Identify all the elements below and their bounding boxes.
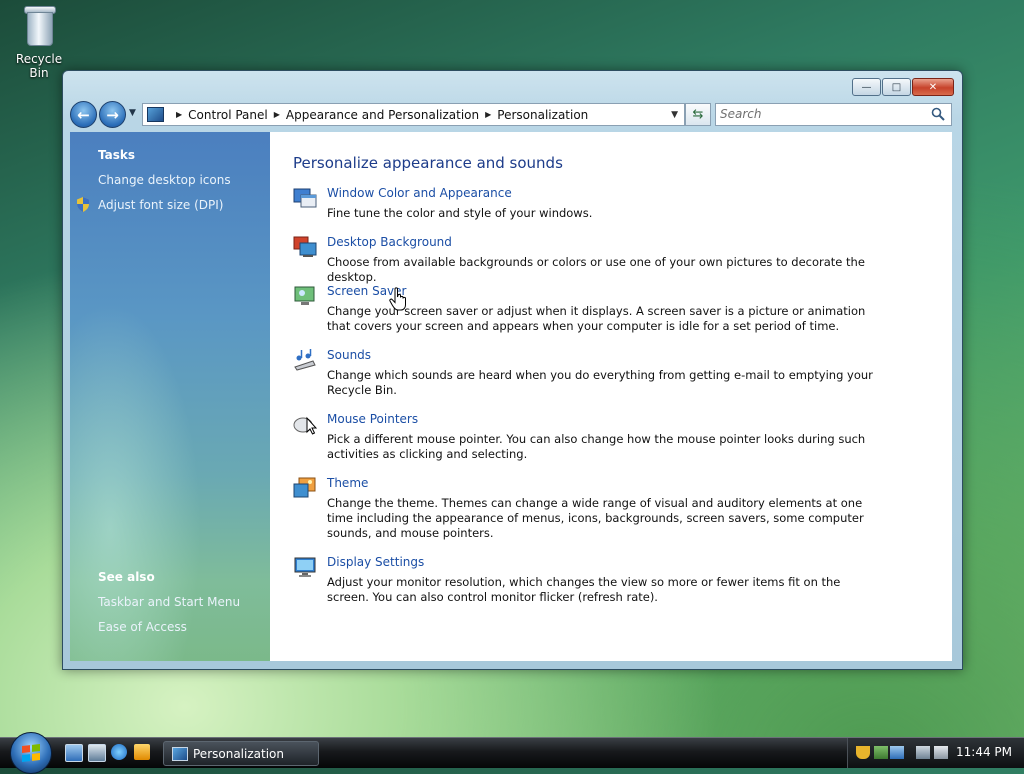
back-button[interactable]: ← bbox=[70, 101, 97, 128]
recent-pages-dropdown[interactable]: ▼ bbox=[129, 108, 136, 118]
item-description: Adjust your monitor resolution, which ch… bbox=[327, 575, 841, 604]
see-also-heading: See also bbox=[98, 570, 155, 584]
windows-update-icon[interactable] bbox=[874, 746, 888, 759]
recycle-bin-desktop-icon[interactable]: Recycle Bin bbox=[6, 2, 72, 80]
screen-saver-icon bbox=[294, 286, 315, 305]
hand-cursor-icon bbox=[389, 287, 406, 311]
navigation-bar: ← → ▼ ▶ Control Panel ▶ Appearance and P… bbox=[70, 100, 954, 128]
tasks-heading: Tasks bbox=[98, 148, 136, 162]
control-panel-icon bbox=[147, 107, 164, 122]
personalization-window: — □ ✕ ← → ▼ ▶ Control Panel ▶ Appearance… bbox=[62, 70, 963, 670]
page-title: Personalize appearance and sounds bbox=[293, 154, 563, 172]
forward-arrow-icon: → bbox=[106, 105, 119, 124]
network-icon[interactable] bbox=[916, 746, 930, 759]
forward-button[interactable]: → bbox=[99, 101, 126, 128]
taskbar-button-personalization[interactable]: Personalization bbox=[163, 741, 319, 766]
back-arrow-icon: ← bbox=[77, 105, 90, 124]
notification-area: 11:44 PM bbox=[847, 738, 1024, 768]
desktop-background-icon bbox=[293, 236, 317, 257]
personalization-icon bbox=[172, 746, 188, 761]
uac-shield-icon bbox=[77, 197, 89, 212]
display-settings-icon bbox=[294, 557, 316, 577]
caption-buttons: — □ ✕ bbox=[852, 78, 954, 96]
refresh-button[interactable]: ⇆ bbox=[685, 103, 711, 126]
display-settings-link[interactable]: Display Settings bbox=[327, 555, 424, 569]
window-color-icon bbox=[293, 188, 317, 208]
media-player-icon[interactable] bbox=[134, 744, 150, 760]
sidebar-icon[interactable] bbox=[890, 746, 904, 759]
theme-link[interactable]: Theme bbox=[327, 476, 368, 490]
mouse-pointers-link[interactable]: Mouse Pointers bbox=[327, 412, 418, 426]
item-description: Change which sounds are heard when you d… bbox=[327, 368, 873, 397]
refresh-icon: ⇆ bbox=[692, 107, 704, 122]
change-desktop-icons-link[interactable]: Change desktop icons bbox=[98, 173, 231, 187]
security-shield-icon[interactable] bbox=[856, 746, 870, 759]
address-dropdown-icon[interactable]: ▼ bbox=[671, 110, 678, 120]
show-desktop-icon[interactable] bbox=[65, 744, 83, 762]
breadcrumb-control-panel[interactable]: Control Panel bbox=[188, 108, 268, 122]
search-box bbox=[715, 103, 952, 126]
item-description: Fine tune the color and style of your wi… bbox=[327, 206, 593, 220]
breadcrumb-separator-icon[interactable]: ▶ bbox=[274, 110, 280, 119]
recycle-bin-icon bbox=[24, 4, 56, 46]
clock[interactable]: 11:44 PM bbox=[956, 745, 1012, 759]
item-description: Change the theme. Themes can change a wi… bbox=[327, 496, 864, 540]
maximize-button[interactable]: □ bbox=[882, 78, 911, 96]
theme-icon bbox=[293, 477, 316, 498]
breadcrumb-personalization[interactable]: Personalization bbox=[497, 108, 588, 122]
taskbar-button-label: Personalization bbox=[193, 746, 284, 761]
ease-of-access-link[interactable]: Ease of Access bbox=[98, 620, 187, 634]
sounds-link[interactable]: Sounds bbox=[327, 348, 371, 362]
close-button[interactable]: ✕ bbox=[912, 78, 954, 96]
item-description: Choose from available backgrounds or col… bbox=[327, 255, 865, 284]
desktop-background-link[interactable]: Desktop Background bbox=[327, 235, 452, 249]
address-bar[interactable]: ▶ Control Panel ▶ Appearance and Persona… bbox=[142, 103, 685, 126]
taskbar: Personalization 11:44 PM bbox=[0, 732, 1024, 774]
adjust-font-size-link[interactable]: Adjust font size (DPI) bbox=[98, 198, 223, 212]
search-icon[interactable] bbox=[931, 107, 945, 121]
content-pane: Personalize appearance and sounds Window… bbox=[270, 132, 952, 661]
breadcrumb-separator-icon[interactable]: ▶ bbox=[176, 110, 182, 119]
mouse-pointers-icon bbox=[293, 416, 317, 435]
internet-explorer-icon[interactable] bbox=[111, 744, 127, 760]
breadcrumb-appearance-and-personalization[interactable]: Appearance and Personalization bbox=[286, 108, 479, 122]
switch-windows-icon[interactable] bbox=[88, 744, 106, 762]
window-color-and-appearance-link[interactable]: Window Color and Appearance bbox=[327, 186, 512, 200]
breadcrumb-separator-icon[interactable]: ▶ bbox=[485, 110, 491, 119]
minimize-button[interactable]: — bbox=[852, 78, 881, 96]
task-pane: Tasks Change desktop icons Adjust font s… bbox=[70, 132, 270, 661]
item-description: Change your screen saver or adjust when … bbox=[327, 304, 866, 333]
search-input[interactable] bbox=[716, 104, 920, 123]
item-description: Pick a different mouse pointer. You can … bbox=[327, 432, 866, 461]
windows-logo-icon bbox=[22, 744, 40, 762]
taskbar-and-start-menu-link[interactable]: Taskbar and Start Menu bbox=[98, 595, 240, 609]
volume-icon[interactable] bbox=[934, 746, 948, 759]
sounds-icon bbox=[294, 349, 316, 371]
